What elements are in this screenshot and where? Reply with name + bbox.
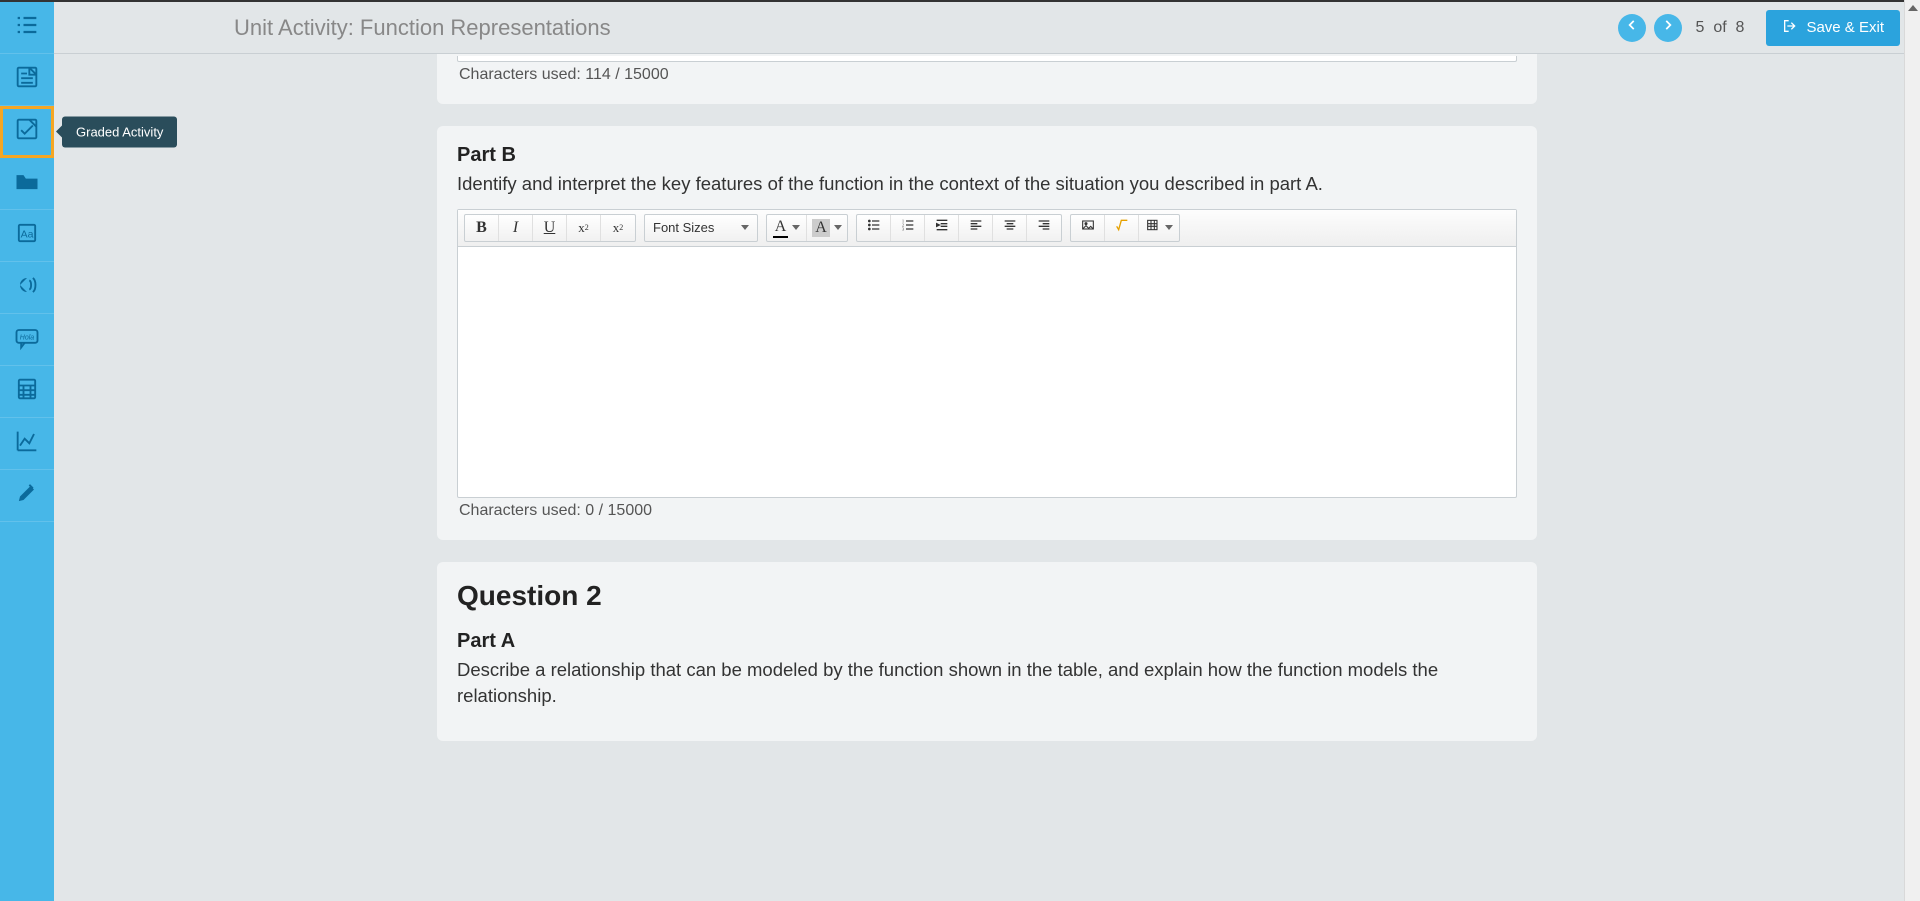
highlighter-icon <box>13 479 41 512</box>
sqrt-icon <box>1114 217 1130 238</box>
sidebar-tooltip: Graded Activity <box>62 116 177 147</box>
page-title: Unit Activity: Function Representations <box>234 15 1614 41</box>
char-count-part-b: Characters used: 0 / 15000 <box>459 502 1517 520</box>
chevron-right-icon <box>1661 18 1675 37</box>
pager: 5 of 8 <box>1696 19 1745 37</box>
sidebar-item-calculator[interactable] <box>0 366 54 418</box>
card-question-2: Question 2 Part A Describe a relationshi… <box>437 562 1537 741</box>
audio-icon <box>13 271 41 304</box>
image-button[interactable] <box>1071 215 1105 241</box>
sidebar-item-translate[interactable]: Hola <box>0 314 54 366</box>
table-button[interactable] <box>1139 215 1179 241</box>
chevron-down-icon <box>1165 225 1173 230</box>
chevron-down-icon <box>792 225 800 230</box>
sidebar-item-highlighter[interactable] <box>0 470 54 522</box>
content: Characters used: 114 / 15000 Part B Iden… <box>437 54 1537 861</box>
graded-activity-icon <box>13 115 41 148</box>
bold-button[interactable]: B <box>465 215 499 241</box>
svg-text:Hola: Hola <box>20 334 35 341</box>
editor-bottom-edge <box>457 56 1517 62</box>
notes-icon <box>13 63 41 96</box>
number-list-icon: 123 <box>900 217 916 238</box>
editor-toolbar: B I U x2 x2 Font Sizes <box>458 210 1516 247</box>
sidebar-item-audio[interactable] <box>0 262 54 314</box>
align-left-button[interactable] <box>959 215 993 241</box>
italic-button[interactable]: I <box>499 215 533 241</box>
align-center-icon <box>1002 217 1018 238</box>
window-scrollbar[interactable] <box>1904 0 1920 901</box>
chevron-left-icon <box>1625 18 1639 37</box>
q2-part-a-prompt: Describe a relationship that can be mode… <box>457 657 1517 709</box>
part-b-label: Part B <box>457 144 1517 167</box>
card-part-b: Part B Identify and interpret the key fe… <box>437 126 1537 540</box>
next-button[interactable] <box>1654 14 1682 42</box>
equation-button[interactable] <box>1105 215 1139 241</box>
sidebar-item-folder[interactable] <box>0 158 54 210</box>
content-scroll[interactable]: Characters used: 114 / 15000 Part B Iden… <box>54 54 1920 901</box>
dictionary-icon: Aa <box>13 219 41 252</box>
sidebar: Graded Activity Aa Hola <box>0 2 54 901</box>
font-sizes-dropdown[interactable]: Font Sizes <box>645 215 757 241</box>
save-exit-button[interactable]: Save & Exit <box>1766 10 1900 46</box>
list-icon <box>13 11 41 44</box>
folder-icon <box>13 167 41 200</box>
sidebar-item-graph[interactable] <box>0 418 54 470</box>
translate-icon: Hola <box>13 323 41 356</box>
image-icon <box>1080 217 1096 238</box>
sidebar-item-notes[interactable] <box>0 54 54 106</box>
underline-button[interactable]: U <box>533 215 567 241</box>
part-b-prompt: Identify and interpret the key features … <box>457 171 1517 197</box>
svg-text:3: 3 <box>902 227 904 232</box>
header: Unit Activity: Function Representations … <box>54 2 1920 54</box>
text-color-button[interactable]: A <box>767 215 807 241</box>
indent-icon <box>934 217 950 238</box>
align-right-button[interactable] <box>1027 215 1061 241</box>
superscript-button[interactable]: x2 <box>567 215 601 241</box>
pager-current: 5 <box>1696 19 1705 36</box>
char-count-prev: Characters used: 114 / 15000 <box>459 66 1517 84</box>
svg-text:Aa: Aa <box>21 229 34 241</box>
main: Unit Activity: Function Representations … <box>54 2 1920 901</box>
indent-button[interactable] <box>925 215 959 241</box>
align-left-icon <box>968 217 984 238</box>
align-center-button[interactable] <box>993 215 1027 241</box>
sidebar-item-graded-activity[interactable]: Graded Activity <box>0 106 54 158</box>
chevron-down-icon <box>834 225 842 230</box>
graph-icon <box>13 427 41 460</box>
pager-sep: of <box>1713 19 1726 36</box>
align-right-icon <box>1036 217 1052 238</box>
editor-textarea[interactable] <box>458 247 1516 497</box>
question-2-heading: Question 2 <box>457 580 1517 612</box>
highlight-color-button[interactable]: A <box>807 215 847 241</box>
table-icon <box>1145 217 1161 238</box>
sidebar-item-dictionary[interactable]: Aa <box>0 210 54 262</box>
bullet-list-button[interactable] <box>857 215 891 241</box>
save-exit-label: Save & Exit <box>1806 19 1884 36</box>
bullet-list-icon <box>866 217 882 238</box>
sidebar-item-list[interactable] <box>0 2 54 54</box>
scroll-up-icon <box>1905 0 1920 16</box>
calculator-icon <box>13 375 41 408</box>
q2-part-a-label: Part A <box>457 630 1517 653</box>
exit-icon <box>1782 18 1798 38</box>
font-sizes-label: Font Sizes <box>653 220 714 235</box>
rich-text-editor: B I U x2 x2 Font Sizes <box>457 209 1517 498</box>
prev-card-tail: Characters used: 114 / 15000 <box>437 54 1537 104</box>
prev-button[interactable] <box>1618 14 1646 42</box>
number-list-button[interactable]: 123 <box>891 215 925 241</box>
pager-total: 8 <box>1736 19 1745 36</box>
subscript-button[interactable]: x2 <box>601 215 635 241</box>
chevron-down-icon <box>741 225 749 230</box>
